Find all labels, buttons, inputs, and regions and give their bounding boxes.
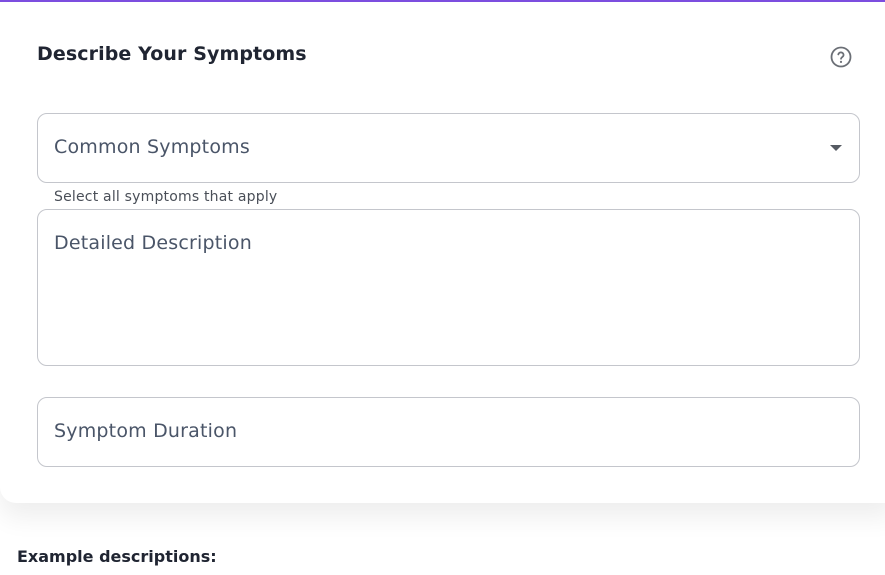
symptom-duration-label: Symptom Duration (54, 420, 238, 442)
examples-heading: Example descriptions: (17, 547, 217, 566)
help-icon[interactable] (829, 45, 853, 69)
detailed-description-textarea[interactable]: Detailed Description (37, 209, 860, 366)
symptoms-helper-text: Select all symptoms that apply (54, 189, 278, 205)
chevron-down-icon[interactable] (830, 145, 842, 151)
symptom-duration-input[interactable]: Symptom Duration (37, 397, 860, 467)
symptoms-card: Describe Your Symptoms Common Symptoms S… (0, 0, 885, 503)
common-symptoms-select[interactable]: Common Symptoms (37, 113, 860, 183)
card-title: Describe Your Symptoms (37, 43, 307, 65)
detailed-description-label: Detailed Description (54, 232, 252, 254)
common-symptoms-label: Common Symptoms (54, 136, 250, 158)
